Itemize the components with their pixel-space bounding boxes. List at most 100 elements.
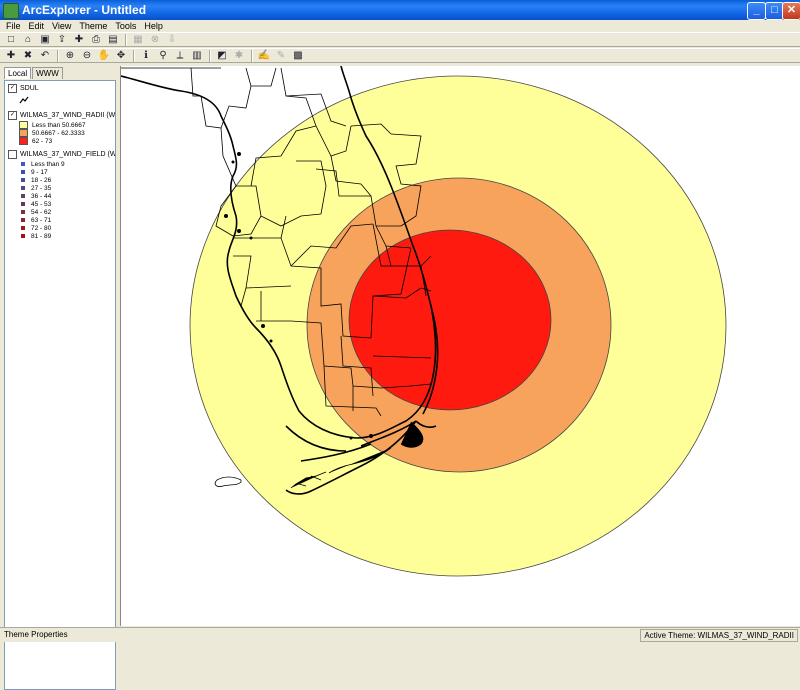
legend-label: Less than 50.6667 bbox=[32, 121, 86, 129]
theme-entry[interactable]: ✓ WILMAS_37_WIND_RADII (W Less than 50.666… bbox=[5, 110, 115, 145]
menu-theme[interactable]: Theme bbox=[79, 21, 107, 31]
select-button[interactable]: ◩ bbox=[215, 49, 229, 62]
zoom-out-button[interactable]: ⊖ bbox=[80, 49, 94, 62]
download-icon: ⇩ bbox=[167, 34, 177, 45]
legend-item: 36 - 44 bbox=[5, 192, 115, 200]
catalog-button[interactable]: ▦ bbox=[131, 33, 145, 46]
select-point-button[interactable]: ✱ bbox=[232, 49, 246, 62]
active-theme-indicator: Active Theme: WILMAS_37_WIND_RADII bbox=[640, 629, 798, 642]
map-view[interactable] bbox=[120, 66, 800, 626]
pan-icon: ✋ bbox=[97, 50, 111, 61]
toolbar-separator bbox=[251, 49, 253, 62]
export-icon: ⇪ bbox=[57, 34, 67, 45]
standard-toolbar: □ ⌂ ▣ ⇪ ✚ ⎙ ▤ ▦ ⊗ ⇩ bbox=[0, 32, 800, 47]
theme-name: WILMAS_37_WIND_FIELD (W bbox=[20, 151, 116, 158]
theme-entry[interactable]: ✓ SDUL bbox=[5, 83, 115, 106]
measure-button[interactable]: ⟂ bbox=[173, 49, 187, 62]
identify-icon: ℹ bbox=[144, 50, 148, 61]
legend-item: 45 - 53 bbox=[5, 200, 115, 208]
legend-label: Less than 9 bbox=[31, 160, 65, 168]
remove-theme-button[interactable]: ✖ bbox=[21, 49, 35, 62]
export-button[interactable]: ⇪ bbox=[55, 33, 69, 46]
legend-point-symbol bbox=[21, 186, 25, 190]
edit-button[interactable]: ✎ bbox=[274, 49, 288, 62]
zoom-in-button[interactable]: ⊕ bbox=[63, 49, 77, 62]
tab-www[interactable]: WWW bbox=[32, 67, 63, 79]
menu-help[interactable]: Help bbox=[144, 21, 163, 31]
legend-label: 9 - 17 bbox=[31, 168, 48, 176]
map-canvas[interactable] bbox=[121, 66, 800, 626]
status-bar: Theme Properties Active Theme: WILMAS_37… bbox=[0, 627, 800, 642]
menu-tools[interactable]: Tools bbox=[115, 21, 136, 31]
query-icon: ▥ bbox=[192, 50, 202, 61]
legend-point-symbol bbox=[21, 234, 25, 238]
layout-button[interactable]: ▤ bbox=[106, 33, 120, 46]
theme-visibility-checkbox[interactable] bbox=[8, 150, 17, 159]
zoom-out-icon: ⊖ bbox=[82, 50, 92, 61]
title-bar: ArcExplorer - Untitled _ □ ✕ bbox=[0, 0, 800, 20]
hotlink-icon: ✍ bbox=[257, 50, 271, 61]
measure-icon: ⟂ bbox=[176, 50, 184, 61]
move-button[interactable]: ✥ bbox=[114, 49, 128, 62]
theme-visibility-checkbox[interactable]: ✓ bbox=[8, 111, 17, 120]
edit-icon: ✎ bbox=[276, 50, 286, 61]
add-data-icon: ✚ bbox=[74, 34, 84, 45]
pan-button[interactable]: ✋ bbox=[97, 49, 111, 62]
save-button[interactable]: ▣ bbox=[38, 33, 52, 46]
toolbar-separator bbox=[57, 49, 59, 62]
menu-view[interactable]: View bbox=[52, 21, 71, 31]
menu-bar: File Edit View Theme Tools Help bbox=[0, 20, 800, 32]
properties-button[interactable]: ▩ bbox=[291, 49, 305, 62]
legend-point-symbol bbox=[21, 202, 25, 206]
tools-toolbar: ✚ ✖ ↶ ⊕ ⊖ ✋ ✥ ℹ ⚲ ⟂ ▥ ◩ ✱ ✍ ✎ ▩ bbox=[0, 48, 800, 63]
zoom-in-icon: ⊕ bbox=[65, 50, 75, 61]
legend-label: 72 - 80 bbox=[31, 224, 52, 232]
theme-entry[interactable]: WILMAS_37_WIND_FIELD (W Less than 99 - 17… bbox=[5, 149, 115, 240]
legend-point-symbol bbox=[21, 218, 25, 222]
legend-item: 72 - 80 bbox=[5, 224, 115, 232]
legend-point-symbol bbox=[21, 226, 25, 230]
add-theme-icon: ✚ bbox=[6, 50, 16, 61]
download-button[interactable]: ⇩ bbox=[165, 33, 179, 46]
legend-item: 18 - 26 bbox=[5, 176, 115, 184]
legend-label: 54 - 62 bbox=[31, 208, 52, 216]
legend-point-symbol bbox=[21, 194, 25, 198]
undo-button[interactable]: ↶ bbox=[38, 49, 52, 62]
menu-edit[interactable]: Edit bbox=[29, 21, 45, 31]
minimize-button[interactable]: _ bbox=[747, 2, 766, 20]
legend-item: 63 - 71 bbox=[5, 216, 115, 224]
find-icon: ⚲ bbox=[159, 50, 167, 61]
legend-point-symbol bbox=[21, 210, 25, 214]
theme-name: WILMAS_37_WIND_RADII (W bbox=[20, 112, 116, 119]
close-button[interactable]: ✕ bbox=[782, 2, 800, 20]
toolbar-separator bbox=[133, 49, 135, 62]
hotlink-button[interactable]: ✍ bbox=[257, 49, 271, 62]
legend-label: 45 - 53 bbox=[31, 200, 52, 208]
add-data-button[interactable]: ✚ bbox=[72, 33, 86, 46]
move-icon: ✥ bbox=[116, 50, 126, 61]
select-point-icon: ✱ bbox=[234, 50, 244, 61]
query-button[interactable]: ▥ bbox=[190, 49, 204, 62]
remove-theme-icon: ✖ bbox=[23, 50, 33, 61]
legend-item: 54 - 62 bbox=[5, 208, 115, 216]
open-button[interactable]: ⌂ bbox=[21, 33, 35, 46]
print-button[interactable]: ⎙ bbox=[89, 33, 103, 46]
open-icon: ⌂ bbox=[24, 34, 32, 45]
stop-button[interactable]: ⊗ bbox=[148, 33, 162, 46]
legend-point-symbol bbox=[21, 170, 25, 174]
new-button[interactable]: □ bbox=[4, 33, 18, 46]
properties-icon: ▩ bbox=[293, 50, 303, 61]
select-icon: ◩ bbox=[217, 50, 227, 61]
add-theme-button[interactable]: ✚ bbox=[4, 49, 18, 62]
theme-visibility-checkbox[interactable]: ✓ bbox=[8, 84, 17, 93]
legend-item: 27 - 35 bbox=[5, 184, 115, 192]
legend-label: 62 - 73 bbox=[32, 137, 53, 145]
find-button[interactable]: ⚲ bbox=[156, 49, 170, 62]
line-symbol-icon bbox=[5, 94, 115, 106]
identify-button[interactable]: ℹ bbox=[139, 49, 153, 62]
menu-file[interactable]: File bbox=[6, 21, 21, 31]
toc-tabs: Local WWW bbox=[4, 67, 64, 79]
tab-local[interactable]: Local bbox=[4, 67, 32, 79]
new-icon: □ bbox=[7, 34, 15, 45]
legend-item: 81 - 89 bbox=[5, 232, 115, 240]
